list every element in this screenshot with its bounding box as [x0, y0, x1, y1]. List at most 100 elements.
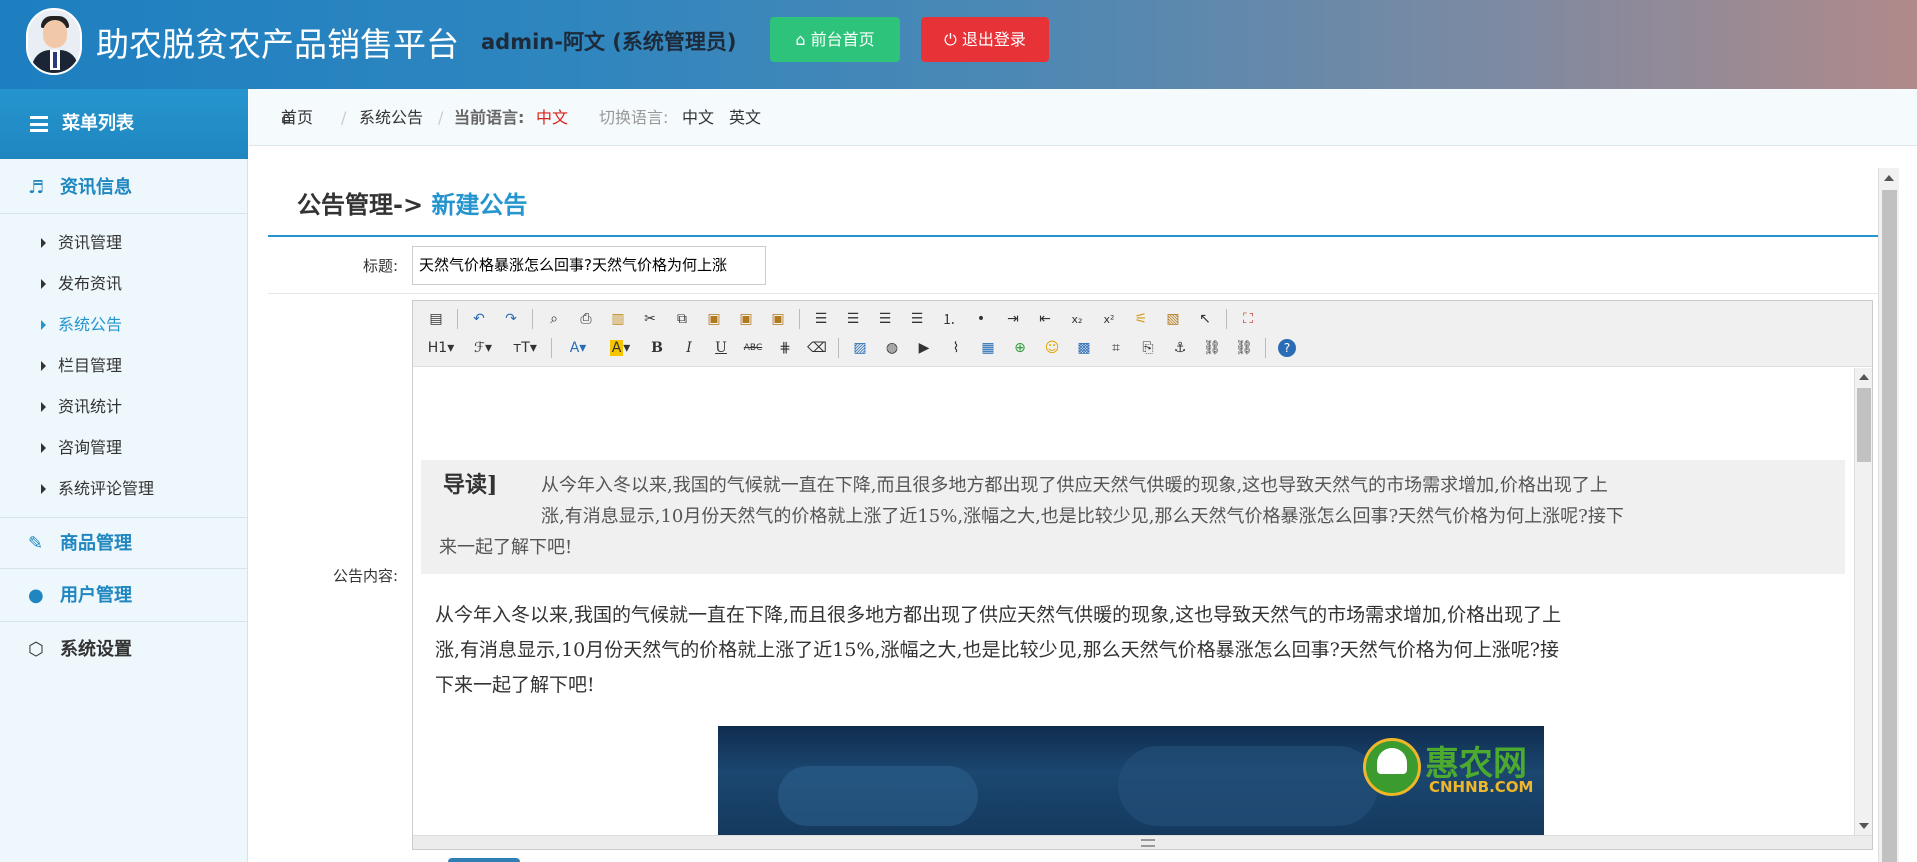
sidebar-item-consult-manage[interactable]: 咨询管理 — [0, 427, 248, 468]
copy-icon[interactable]: ⧉ — [669, 307, 695, 331]
codepen-icon: ⬡ — [28, 639, 44, 660]
ordered-list-icon[interactable]: ⒈ — [936, 307, 962, 331]
scroll-thumb[interactable] — [1882, 190, 1897, 862]
quote-line: 涨,有消息显示,10月份天然气的价格就上涨了近15%,涨幅之大,也是比较少见,那… — [541, 506, 1624, 527]
user-avatar — [26, 8, 82, 75]
align-center-icon[interactable]: ☰ — [840, 307, 866, 331]
body-paragraph: 从今年入冬以来,我国的气候就一直在下降,而且很多地方都出现了供应天然气供暖的现象… — [435, 604, 1562, 696]
paste-icon[interactable]: ▣ — [701, 307, 727, 331]
print-icon[interactable]: ⎙ — [573, 307, 599, 331]
scroll-up-icon[interactable] — [1859, 374, 1869, 380]
indent-icon[interactable]: ⇥ — [1000, 307, 1026, 331]
edit-icon: ✎ — [28, 533, 44, 554]
align-justify-icon[interactable]: ☰ — [904, 307, 930, 331]
editor-content-area[interactable]: 导读] 从今年入冬以来,我国的气候就一直在下降,而且很多地方都出现了供应天然气供… — [413, 368, 1854, 835]
preview-icon[interactable]: ⌕ — [541, 307, 567, 331]
outdent-icon[interactable]: ⇤ — [1032, 307, 1058, 331]
sidebar-item-system-notice[interactable]: 系统公告 — [0, 304, 248, 345]
fullscreen-icon[interactable]: ⛶ — [1235, 307, 1261, 331]
list-icon — [30, 116, 48, 132]
breadcrumb-separator: / — [341, 108, 347, 127]
eraser-icon[interactable]: ⌫ — [804, 336, 830, 360]
italic-icon[interactable]: I — [676, 336, 702, 360]
insert-image-icon[interactable]: ▨ — [847, 336, 873, 360]
media-icon[interactable]: ▶ — [911, 336, 937, 360]
clear-format-icon[interactable]: ⚟ — [1128, 307, 1154, 331]
frontend-home-button[interactable]: ⌂ 前台首页 — [770, 17, 900, 62]
help-icon[interactable]: ? — [1278, 339, 1296, 357]
sidebar-item-news-manage[interactable]: 资讯管理 — [0, 222, 248, 263]
editor-resize-handle[interactable] — [413, 835, 1872, 849]
flash-icon[interactable]: ◍ — [879, 336, 905, 360]
sidebar-item-news-stats[interactable]: 资讯统计 — [0, 386, 248, 427]
redo-icon[interactable]: ↷ — [498, 307, 524, 331]
current-language-value: 中文 — [536, 108, 569, 127]
scroll-up-icon[interactable] — [1884, 175, 1894, 181]
site-title: 助农脱贫农产品销售平台 — [96, 25, 459, 64]
attachment-icon[interactable]: ⌇ — [943, 336, 969, 360]
undo-icon[interactable]: ↶ — [466, 307, 492, 331]
paste-text-icon[interactable]: ▣ — [733, 307, 759, 331]
logout-button[interactable]: ⏻ 退出登录 — [921, 17, 1049, 62]
switch-language-cn[interactable]: 中文 — [682, 89, 714, 146]
insert-row-icon[interactable]: ⊕ — [1007, 336, 1033, 360]
sidebar-section-goods[interactable]: ✎ 商品管理 — [0, 517, 248, 569]
font-color-icon[interactable]: A▾ — [560, 336, 596, 360]
sidebar-section-settings[interactable]: ⬡ 系统设置 — [0, 623, 248, 677]
submit-button-partial[interactable] — [448, 858, 520, 862]
caret-right-icon — [41, 443, 46, 453]
highlight-color-icon[interactable]: A ▾ — [602, 336, 638, 360]
select-all-icon[interactable]: ▧ — [1160, 307, 1186, 331]
underline-icon[interactable]: U — [708, 336, 734, 360]
sidebar: 菜单列表 ♬ 资讯信息 资讯管理 发布资讯 系统公告 栏目管理 资讯统计 咨询管… — [0, 89, 248, 862]
link-icon[interactable]: ⛓ — [1199, 336, 1225, 360]
line-height-icon[interactable]: ⋕ — [772, 336, 798, 360]
sidebar-item-column-manage[interactable]: 栏目管理 — [0, 345, 248, 386]
sidebar-item-comment-manage[interactable]: 系统评论管理 — [0, 468, 248, 509]
caret-right-icon — [41, 320, 46, 330]
title-label: 标题: — [362, 257, 398, 275]
unordered-list-icon[interactable]: • — [968, 307, 994, 331]
template-icon[interactable]: ▥ — [605, 307, 631, 331]
sidebar-item-publish-news[interactable]: 发布资讯 — [0, 263, 248, 304]
table-icon[interactable]: ▦ — [975, 336, 1001, 360]
sidebar-section-info[interactable]: ♬ 资讯信息 — [0, 162, 248, 214]
strikethrough-icon[interactable]: ABC — [740, 336, 766, 360]
editor-scrollbar[interactable] — [1854, 368, 1872, 835]
font-size-dropdown-icon[interactable]: ᴛT▾ — [507, 336, 543, 360]
caret-right-icon — [41, 402, 46, 412]
superscript-icon[interactable]: x² — [1096, 307, 1122, 331]
align-right-icon[interactable]: ☰ — [872, 307, 898, 331]
switch-language-en[interactable]: 英文 — [729, 89, 761, 146]
paste-word-icon[interactable]: ▣ — [765, 307, 791, 331]
source-icon[interactable]: ▤ — [423, 307, 449, 331]
code-icon[interactable]: ⌗ — [1103, 336, 1129, 360]
cursor-icon[interactable]: ↖ — [1192, 307, 1218, 331]
unlink-icon[interactable]: ⛓ — [1231, 336, 1257, 360]
title-input[interactable]: 天然气价格暴涨怎么回事?天然气价格为何上涨 — [412, 246, 766, 285]
subscript-icon[interactable]: x₂ — [1064, 307, 1090, 331]
cut-icon[interactable]: ✂ — [637, 307, 663, 331]
scroll-down-icon[interactable] — [1859, 823, 1869, 829]
user-icon: ● — [28, 585, 44, 606]
top-header: 助农脱贫农产品销售平台 admin-阿文 (系统管理员) ⌂ 前台首页 ⏻ 退出… — [0, 0, 1917, 89]
scroll-thumb[interactable] — [1857, 388, 1871, 462]
anchor-icon[interactable]: ⚓ — [1167, 336, 1193, 360]
map-icon[interactable]: ▩ — [1071, 336, 1097, 360]
emoticon-icon[interactable]: ☺ — [1039, 336, 1065, 360]
article-image: 惠农网 CNHNB.COM — [718, 726, 1544, 835]
page-break-icon[interactable]: ⎘ — [1135, 336, 1161, 360]
quote-tag: 导读] — [443, 472, 498, 498]
menu-list-header[interactable]: 菜单列表 — [0, 89, 248, 159]
font-family-dropdown-icon[interactable]: ℱ▾ — [465, 336, 501, 360]
page-scrollbar[interactable] — [1878, 168, 1899, 862]
rich-text-editor[interactable]: ▤ ↶ ↷ ⌕ ⎙ ▥ ✂ ⧉ ▣ ▣ ▣ ☰ ☰ ☰ ☰ ⒈ • ⇥ ⇤ x₂… — [412, 300, 1873, 850]
music-icon: ♬ — [28, 177, 45, 198]
bold-icon[interactable]: B — [644, 336, 670, 360]
breadcrumb-current[interactable]: 系统公告 — [359, 89, 423, 146]
align-left-icon[interactable]: ☰ — [808, 307, 834, 331]
heading-dropdown[interactable]: H1 ▾ — [423, 336, 459, 360]
switch-language-label: 切换语言: — [599, 108, 669, 127]
intro-quote-block: 导读] 从今年入冬以来,我国的气候就一直在下降,而且很多地方都出现了供应天然气供… — [421, 460, 1845, 574]
sidebar-section-users[interactable]: ● 用户管理 — [0, 570, 248, 622]
